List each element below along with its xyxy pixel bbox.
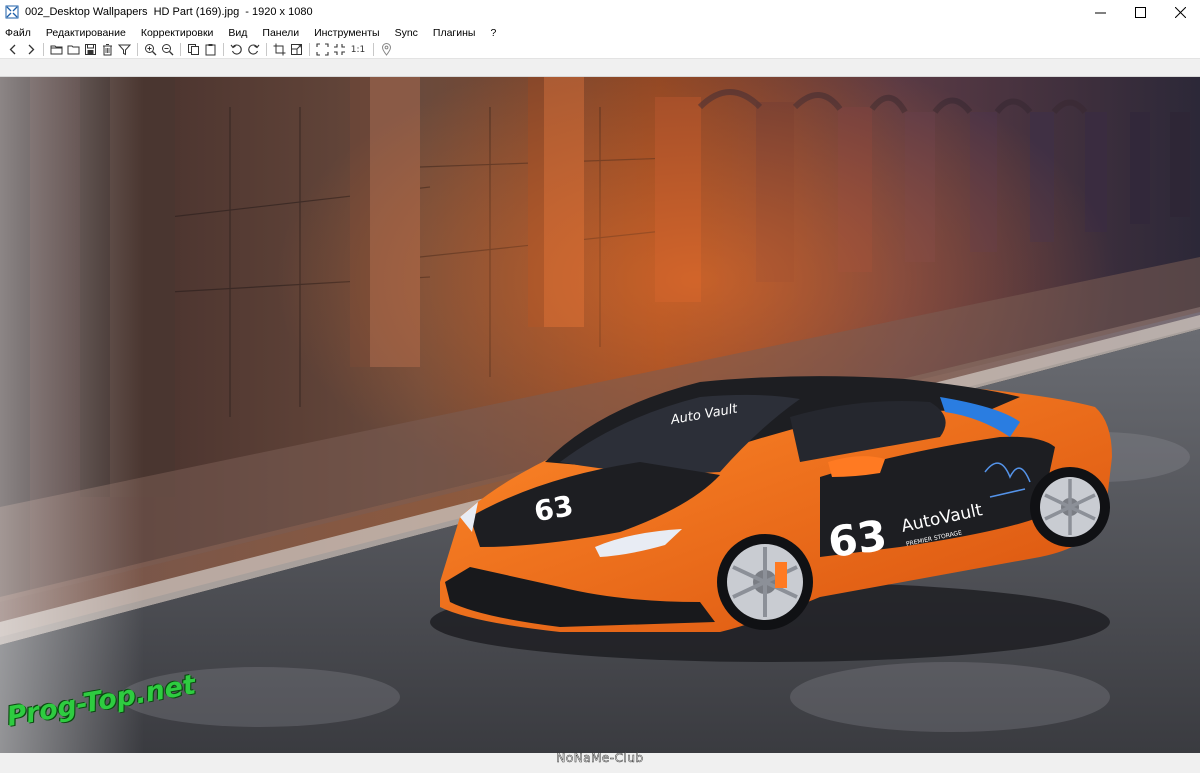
tool-options-bar — [0, 58, 1200, 77]
window-title: 002_Desktop Wallpapers HD Part (169).jpg… — [25, 6, 313, 18]
open-folder-icon — [67, 45, 79, 55]
menu-plugins[interactable]: Плагины — [433, 27, 476, 39]
maximize-icon — [1134, 6, 1146, 18]
forward-arrow-icon — [28, 44, 34, 55]
open-file-icon — [50, 45, 62, 55]
menu-bar: Файл Редактирование Корректировки Вид Па… — [0, 24, 1200, 41]
menu-adjustments[interactable]: Корректировки — [141, 27, 214, 39]
menu-edit[interactable]: Редактирование — [46, 27, 126, 39]
back-button[interactable] — [5, 42, 21, 58]
toolbar-separator — [223, 43, 224, 56]
wallpaper-image: 63 63 Auto Vault AutoVault PREMIER STORA… — [0, 77, 1200, 753]
paste-icon — [205, 44, 215, 56]
paste-button[interactable] — [202, 42, 218, 58]
open-file-button[interactable] — [48, 42, 64, 58]
title-bar[interactable]: 002_Desktop Wallpapers HD Part (169).jpg… — [0, 0, 1200, 24]
minimize-button[interactable] — [1080, 0, 1120, 24]
close-button[interactable] — [1160, 0, 1200, 24]
zoom-out-button[interactable] — [159, 42, 175, 58]
hood-number: 63 — [532, 489, 576, 528]
delete-icon — [102, 44, 112, 56]
filter-button[interactable] — [116, 42, 132, 58]
watermark-bottom: NoNaMe-Club — [556, 751, 644, 766]
toolbar-separator — [137, 43, 138, 56]
save-icon — [84, 44, 96, 55]
crop-button[interactable] — [271, 42, 287, 58]
save-button[interactable] — [82, 42, 98, 58]
delete-button[interactable] — [99, 42, 115, 58]
toolbar-separator — [266, 43, 267, 56]
resize-icon — [290, 44, 302, 55]
image-viewport[interactable]: 63 63 Auto Vault AutoVault PREMIER STORA… — [0, 77, 1200, 753]
actual-size-button[interactable]: 1:1 — [348, 42, 368, 58]
menu-panels[interactable]: Панели — [262, 27, 299, 39]
open-folder-button[interactable] — [65, 42, 81, 58]
menu-help[interactable]: ? — [490, 27, 496, 39]
zoom-out-icon — [161, 44, 173, 56]
menu-file[interactable]: Файл — [5, 27, 31, 39]
menu-view[interactable]: Вид — [228, 27, 247, 39]
fullscreen-button[interactable] — [314, 42, 330, 58]
location-button[interactable] — [378, 42, 394, 58]
close-icon — [1174, 6, 1186, 18]
menu-sync[interactable]: Sync — [395, 27, 418, 39]
actual-size-icon: 1:1 — [350, 44, 366, 55]
fit-button[interactable] — [331, 42, 347, 58]
menu-tools[interactable]: Инструменты — [314, 27, 379, 39]
zoom-in-button[interactable] — [142, 42, 158, 58]
location-pin-icon — [381, 43, 391, 56]
copy-icon — [187, 44, 199, 55]
toolbar: 1:1 — [0, 41, 1200, 58]
fullscreen-icon — [315, 43, 329, 56]
minimize-icon — [1094, 12, 1106, 13]
image-viewer-window: 002_Desktop Wallpapers HD Part (169).jpg… — [0, 0, 1200, 773]
forward-button[interactable] — [22, 42, 38, 58]
back-arrow-icon — [9, 44, 15, 55]
rotate-right-button[interactable] — [245, 42, 261, 58]
rotate-right-icon — [247, 44, 259, 55]
toolbar-separator — [309, 43, 310, 56]
side-number: 63 — [825, 511, 890, 568]
rotate-left-icon — [230, 44, 242, 55]
filter-icon — [117, 44, 131, 56]
viewer-app-icon — [5, 5, 19, 19]
fit-icon — [333, 44, 345, 55]
window-controls — [1080, 0, 1200, 24]
resize-button[interactable] — [288, 42, 304, 58]
maximize-button[interactable] — [1120, 0, 1160, 24]
crop-icon — [273, 43, 285, 56]
toolbar-separator — [43, 43, 44, 56]
toolbar-separator — [180, 43, 181, 56]
toolbar-separator — [373, 43, 374, 56]
copy-button[interactable] — [185, 42, 201, 58]
rotate-left-button[interactable] — [228, 42, 244, 58]
zoom-in-icon — [144, 44, 156, 56]
